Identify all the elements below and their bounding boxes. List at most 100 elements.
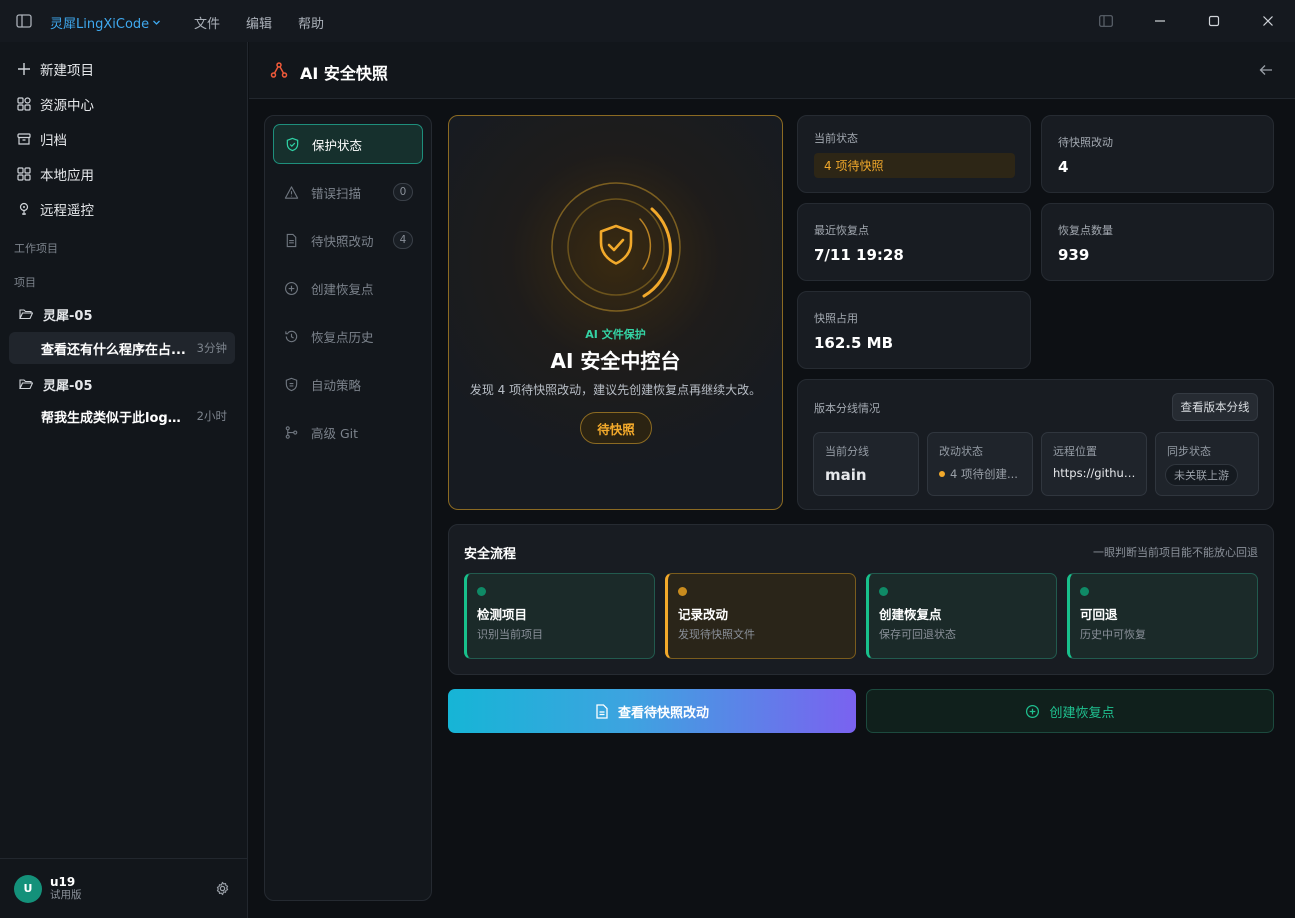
tab-auto-policy[interactable]: 自动策略 bbox=[273, 364, 423, 404]
panel-layout-icon bbox=[1099, 15, 1113, 27]
step-title: 检测项目 bbox=[477, 607, 528, 622]
tab-label: 创建恢复点 bbox=[311, 281, 374, 297]
branch-current: 当前分线 main bbox=[813, 432, 919, 496]
card-label: 版本分线情况 bbox=[814, 402, 880, 415]
apps-icon bbox=[17, 166, 31, 181]
tab-advanced-git[interactable]: 高级 Git bbox=[273, 412, 423, 452]
view-branches-button[interactable]: 查看版本分线 bbox=[1172, 393, 1258, 421]
back-arrow-icon[interactable] bbox=[1259, 63, 1273, 77]
user-info: u19 试用版 bbox=[50, 875, 82, 902]
nav-label: 归档 bbox=[40, 132, 67, 149]
plus-circle-icon bbox=[284, 281, 299, 296]
feature-tabs: 保护状态 错误扫描 0 待快照改动 4 创建恢复点 恢复点历史 自动策略 高级 … bbox=[264, 115, 432, 901]
page-header: AI 安全快照 bbox=[249, 42, 1295, 99]
shield-check-icon bbox=[285, 137, 300, 152]
card-label: 待快照改动 bbox=[1058, 136, 1113, 149]
shield-icon bbox=[284, 377, 299, 392]
tab-protection-status[interactable]: 保护状态 bbox=[273, 124, 423, 164]
chevron-down-icon bbox=[152, 18, 161, 27]
section-work-projects: 工作项目 bbox=[14, 242, 58, 255]
change-status: 改动状态 4 项待创建... bbox=[927, 432, 1033, 496]
flow-hint: 一眼判断当前项目能不能放心回退 bbox=[1093, 546, 1258, 559]
chat-item[interactable]: 查看还有什么程序在占... 3分钟 bbox=[9, 332, 235, 364]
nav-label: 本地应用 bbox=[40, 167, 94, 184]
recent-restore-point-card: 最近恢复点 7/11 19:28 bbox=[797, 203, 1031, 281]
menu-edit[interactable]: 编辑 bbox=[246, 13, 272, 32]
menu-help[interactable]: 帮助 bbox=[298, 13, 324, 32]
page-title: AI 安全快照 bbox=[300, 64, 388, 83]
security-console-hero: AI 文件保护 AI 安全中控台 发现 4 项待快照改动，建议先创建恢复点再继续… bbox=[448, 115, 783, 510]
menu-file[interactable]: 文件 bbox=[194, 13, 220, 32]
plus-circle-icon bbox=[1025, 704, 1040, 719]
branch-logo-icon bbox=[270, 61, 288, 79]
sub-label: 同步状态 bbox=[1167, 445, 1211, 458]
count-badge: 0 bbox=[393, 183, 413, 201]
git-icon bbox=[284, 425, 299, 440]
branch-status-card: 版本分线情况 查看版本分线 当前分线 main 改动状态 4 项待创建... 远… bbox=[797, 379, 1274, 510]
branch-name: main bbox=[825, 466, 867, 484]
project-folder[interactable]: 灵犀-05 bbox=[0, 300, 247, 328]
status-dot bbox=[939, 471, 945, 477]
nav-remote-control[interactable]: 远程遥控 bbox=[0, 191, 247, 226]
avatar[interactable]: U bbox=[14, 874, 42, 903]
hero-description: 发现 4 项待快照改动，建议先创建恢复点再继续大改。 bbox=[469, 383, 762, 397]
card-value: 7/11 19:28 bbox=[814, 246, 904, 264]
view-pending-changes-button[interactable]: 查看待快照改动 bbox=[448, 689, 856, 733]
pending-snapshot-button[interactable]: 待快照 bbox=[580, 412, 652, 444]
file-icon bbox=[284, 233, 299, 248]
minimize-button[interactable] bbox=[1133, 0, 1187, 42]
gear-icon[interactable] bbox=[215, 881, 230, 896]
maximize-button[interactable] bbox=[1187, 0, 1241, 42]
app-brand-switcher[interactable]: 灵犀LingXiCode bbox=[50, 13, 161, 32]
tab-create-restore-point[interactable]: 创建恢复点 bbox=[273, 268, 423, 308]
step-title: 可回退 bbox=[1080, 607, 1118, 622]
project-folder[interactable]: 灵犀-05 bbox=[0, 370, 247, 398]
flow-step-create: 创建恢复点 保存可回退状态 bbox=[866, 573, 1057, 659]
tab-label: 恢复点历史 bbox=[311, 329, 374, 345]
status-badge: 4 项待快照 bbox=[814, 153, 1015, 178]
sub-label: 当前分线 bbox=[825, 445, 869, 458]
flow-step-detect: 检测项目 识别当前项目 bbox=[464, 573, 655, 659]
card-label: 当前状态 bbox=[814, 132, 858, 145]
sidebar-toggle-icon[interactable] bbox=[16, 14, 32, 28]
snapshot-usage-card: 快照占用 162.5 MB bbox=[797, 291, 1031, 369]
close-icon bbox=[1262, 15, 1274, 27]
close-button[interactable] bbox=[1241, 0, 1295, 42]
step-title: 创建恢复点 bbox=[879, 607, 942, 622]
tab-label: 保护状态 bbox=[312, 137, 363, 153]
tab-label: 待快照改动 bbox=[311, 233, 374, 249]
flow-step-record: 记录改动 发现待快照文件 bbox=[665, 573, 856, 659]
step-status-dot bbox=[1080, 587, 1089, 596]
button-label: 查看待快照改动 bbox=[617, 705, 709, 721]
nav-local-apps[interactable]: 本地应用 bbox=[0, 156, 247, 191]
folder-open-icon bbox=[19, 308, 33, 320]
panel-layout-button[interactable] bbox=[1079, 0, 1133, 42]
tab-pending-changes[interactable]: 待快照改动 4 bbox=[273, 220, 423, 260]
remote-icon bbox=[17, 202, 31, 216]
nav-label: 远程遥控 bbox=[40, 202, 94, 219]
create-restore-point-button[interactable]: 创建恢复点 bbox=[866, 689, 1274, 733]
nav-resource-center[interactable]: 资源中心 bbox=[0, 86, 247, 121]
card-value: 939 bbox=[1058, 246, 1090, 264]
step-desc: 识别当前项目 bbox=[477, 628, 543, 641]
remote-url[interactable]: https://github... bbox=[1053, 466, 1139, 480]
pending-changes-card: 待快照改动 4 bbox=[1041, 115, 1274, 193]
tab-restore-history[interactable]: 恢复点历史 bbox=[273, 316, 423, 356]
tab-label: 自动策略 bbox=[311, 377, 362, 393]
sub-label: 远程位置 bbox=[1053, 445, 1097, 458]
nav-archive[interactable]: 归档 bbox=[0, 121, 247, 156]
tab-error-scan[interactable]: 错误扫描 0 bbox=[273, 172, 423, 212]
sync-status: 同步状态 未关联上游 bbox=[1155, 432, 1259, 496]
maximize-icon bbox=[1208, 15, 1220, 27]
nav-new-project[interactable]: 新建项目 bbox=[0, 51, 247, 86]
grid-icon bbox=[17, 96, 31, 111]
title-bar: 灵犀LingXiCode 文件 编辑 帮助 bbox=[0, 0, 1295, 42]
flow-title: 安全流程 bbox=[464, 547, 517, 562]
chat-item[interactable]: 帮我生成类似于此logo... 2小时 bbox=[9, 400, 235, 432]
chat-title: 帮我生成类似于此logo... bbox=[41, 410, 187, 426]
sub-label: 改动状态 bbox=[939, 445, 983, 458]
step-desc: 保存可回退状态 bbox=[879, 628, 956, 641]
hero-kicker: AI 文件保护 bbox=[585, 328, 646, 341]
step-status-dot bbox=[477, 587, 486, 596]
minimize-icon bbox=[1154, 15, 1166, 27]
